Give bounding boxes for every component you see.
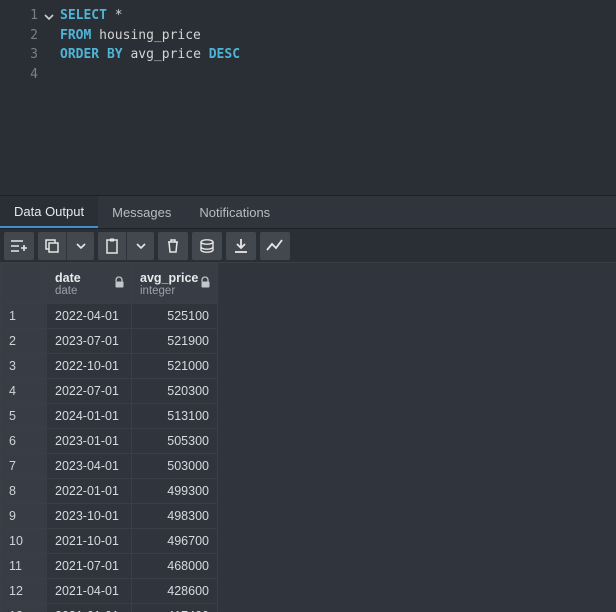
cell-date[interactable]: 2021-01-01 xyxy=(47,604,132,612)
editor-code[interactable]: SELECT *FROM housing_priceORDER BY avg_p… xyxy=(42,0,240,195)
cell-date[interactable]: 2021-07-01 xyxy=(47,554,132,579)
row-number[interactable]: 6 xyxy=(1,429,47,454)
cell-date[interactable]: 2021-10-01 xyxy=(47,529,132,554)
copy-button[interactable] xyxy=(38,232,94,260)
download-icon xyxy=(234,238,248,254)
row-number[interactable]: 10 xyxy=(1,529,47,554)
table-row[interactable]: 12022-04-01525100 xyxy=(1,304,218,329)
table-row[interactable]: 102021-10-01496700 xyxy=(1,529,218,554)
rownum-header[interactable] xyxy=(1,264,47,304)
row-number[interactable]: 11 xyxy=(1,554,47,579)
paste-dropdown[interactable] xyxy=(126,232,154,260)
tab-data-output[interactable]: Data Output xyxy=(0,196,98,228)
tab-messages[interactable]: Messages xyxy=(98,196,185,228)
column-header-avg_price[interactable]: avg_price integer xyxy=(132,264,218,304)
cell-date[interactable]: 2023-04-01 xyxy=(47,454,132,479)
row-number[interactable]: 7 xyxy=(1,454,47,479)
column-type: date xyxy=(55,285,123,297)
cell-avg_price[interactable]: 503000 xyxy=(132,454,218,479)
lock-icon xyxy=(200,276,211,291)
row-number[interactable]: 13 xyxy=(1,604,47,612)
cell-date[interactable]: 2023-01-01 xyxy=(47,429,132,454)
column-type: integer xyxy=(140,285,209,297)
cell-date[interactable]: 2022-10-01 xyxy=(47,354,132,379)
results-table[interactable]: date date avg_price integer 12022-04-015… xyxy=(0,263,218,612)
row-number[interactable]: 9 xyxy=(1,504,47,529)
code-line[interactable]: SELECT * xyxy=(60,6,240,26)
fold-icon[interactable] xyxy=(44,9,54,29)
cell-date[interactable]: 2022-01-01 xyxy=(47,479,132,504)
cell-avg_price[interactable]: 417400 xyxy=(132,604,218,612)
cell-avg_price[interactable]: 505300 xyxy=(132,429,218,454)
copy-dropdown[interactable] xyxy=(66,232,94,260)
row-number[interactable]: 2 xyxy=(1,329,47,354)
table-row[interactable]: 122021-04-01428600 xyxy=(1,579,218,604)
table-row[interactable]: 132021-01-01417400 xyxy=(1,604,218,612)
cell-avg_price[interactable]: 513100 xyxy=(132,404,218,429)
cell-date[interactable]: 2023-10-01 xyxy=(47,504,132,529)
cell-avg_price[interactable]: 499300 xyxy=(132,479,218,504)
table-row[interactable]: 112021-07-01468000 xyxy=(1,554,218,579)
row-number[interactable]: 12 xyxy=(1,579,47,604)
table-row[interactable]: 82022-01-01499300 xyxy=(1,479,218,504)
gutter-line: 4 xyxy=(0,65,42,85)
table-row[interactable]: 32022-10-01521000 xyxy=(1,354,218,379)
row-number[interactable]: 1 xyxy=(1,304,47,329)
save-data-icon xyxy=(199,238,215,254)
row-number[interactable]: 5 xyxy=(1,404,47,429)
data-grid[interactable]: date date avg_price integer 12022-04-015… xyxy=(0,263,616,612)
cell-avg_price[interactable]: 521000 xyxy=(132,354,218,379)
paste-icon xyxy=(105,238,119,254)
row-number[interactable]: 4 xyxy=(1,379,47,404)
add-row-icon xyxy=(10,238,28,254)
cell-avg_price[interactable]: 520300 xyxy=(132,379,218,404)
cell-date[interactable]: 2022-04-01 xyxy=(47,304,132,329)
editor-gutter: 1234 xyxy=(0,0,42,195)
code-line[interactable]: ORDER BY avg_price DESC xyxy=(60,45,240,65)
code-line[interactable]: FROM housing_price xyxy=(60,26,240,46)
table-row[interactable]: 52024-01-01513100 xyxy=(1,404,218,429)
cell-avg_price[interactable]: 496700 xyxy=(132,529,218,554)
sql-editor[interactable]: 1234 SELECT *FROM housing_priceORDER BY … xyxy=(0,0,616,195)
delete-button[interactable] xyxy=(158,232,188,260)
paste-button[interactable] xyxy=(98,232,154,260)
chevron-down-icon xyxy=(76,241,86,251)
table-row[interactable]: 42022-07-01520300 xyxy=(1,379,218,404)
table-row[interactable]: 72023-04-01503000 xyxy=(1,454,218,479)
chart-icon xyxy=(266,239,284,253)
gutter-line: 1 xyxy=(0,6,42,26)
column-header-date[interactable]: date date xyxy=(47,264,132,304)
add-row-button[interactable] xyxy=(4,232,34,260)
row-number[interactable]: 8 xyxy=(1,479,47,504)
cell-avg_price[interactable]: 428600 xyxy=(132,579,218,604)
cell-avg_price[interactable]: 498300 xyxy=(132,504,218,529)
tab-notifications[interactable]: Notifications xyxy=(185,196,284,228)
cell-avg_price[interactable]: 468000 xyxy=(132,554,218,579)
save-data-button[interactable] xyxy=(192,232,222,260)
table-row[interactable]: 62023-01-01505300 xyxy=(1,429,218,454)
chevron-down-icon xyxy=(136,241,146,251)
table-row[interactable]: 92023-10-01498300 xyxy=(1,504,218,529)
cell-date[interactable]: 2022-07-01 xyxy=(47,379,132,404)
download-button[interactable] xyxy=(226,232,256,260)
trash-icon xyxy=(166,238,180,254)
chart-button[interactable] xyxy=(260,232,290,260)
cell-date[interactable]: 2021-04-01 xyxy=(47,579,132,604)
lock-icon xyxy=(114,276,125,291)
gutter-line: 3 xyxy=(0,45,42,65)
cell-date[interactable]: 2024-01-01 xyxy=(47,404,132,429)
column-name: avg_price xyxy=(140,271,198,285)
results-tabs: Data OutputMessagesNotifications xyxy=(0,195,616,229)
results-toolbar xyxy=(0,229,616,263)
table-row[interactable]: 22023-07-01521900 xyxy=(1,329,218,354)
cell-avg_price[interactable]: 521900 xyxy=(132,329,218,354)
gutter-line: 2 xyxy=(0,26,42,46)
cell-avg_price[interactable]: 525100 xyxy=(132,304,218,329)
code-line[interactable] xyxy=(60,65,240,85)
column-name: date xyxy=(55,271,81,285)
copy-icon xyxy=(45,239,59,253)
row-number[interactable]: 3 xyxy=(1,354,47,379)
cell-date[interactable]: 2023-07-01 xyxy=(47,329,132,354)
